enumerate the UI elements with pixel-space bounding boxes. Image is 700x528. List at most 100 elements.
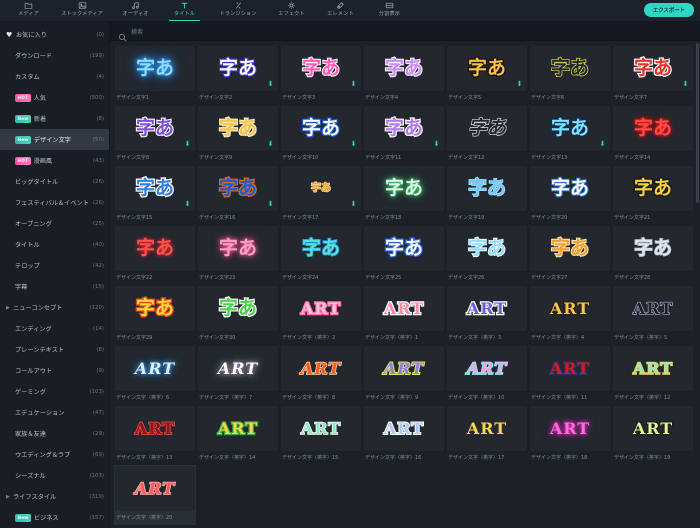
- template-cell[interactable]: 字あ デザイン文字30: [197, 285, 279, 345]
- tab-stock-media[interactable]: ストックメディア: [53, 0, 111, 21]
- template-cell[interactable]: 字あ デザイン文字18: [363, 165, 445, 225]
- vertical-scrollbar[interactable]: [696, 43, 699, 203]
- template-thumbnail[interactable]: ART: [281, 286, 361, 331]
- template-thumbnail[interactable]: 字あ ⬇: [281, 166, 361, 211]
- search-bar[interactable]: 検索: [110, 22, 700, 42]
- template-thumbnail[interactable]: 字あ: [447, 106, 527, 151]
- template-cell[interactable]: 字あ デザイン文字23: [197, 225, 279, 285]
- template-thumbnail[interactable]: ART: [613, 346, 693, 391]
- template-cell[interactable]: 字あ ⬇ デザイン文字7: [612, 45, 694, 105]
- template-thumbnail[interactable]: 字あ ⬇: [613, 46, 693, 91]
- template-thumbnail[interactable]: ART: [613, 406, 693, 451]
- template-cell[interactable]: 字あ デザイン文字12: [446, 105, 528, 165]
- sidebar-item-18[interactable]: エデュケーション (47): [0, 402, 109, 423]
- template-cell[interactable]: ART デザイン文字（英字）15: [280, 405, 362, 465]
- template-thumbnail[interactable]: 字あ: [613, 106, 693, 151]
- tab-transition[interactable]: トランジション: [209, 0, 267, 21]
- sidebar-item-8[interactable]: フェスティバル＆イベント (26): [0, 192, 109, 213]
- sidebar-item-14[interactable]: エンディング (14): [0, 318, 109, 339]
- template-thumbnail[interactable]: 字あ: [198, 286, 278, 331]
- template-thumbnail[interactable]: ART: [364, 406, 444, 451]
- sidebar-item-4[interactable]: New 新着 (8): [0, 108, 109, 129]
- sidebar-item-3[interactable]: HOT 人気 (500): [0, 87, 109, 108]
- template-cell[interactable]: 字あ ⬇ デザイン文字5: [446, 45, 528, 105]
- template-cell[interactable]: 字あ デザイン文字29: [114, 285, 196, 345]
- sidebar-item-7[interactable]: ビッグタイトル (26): [0, 171, 109, 192]
- download-icon[interactable]: ⬇: [350, 80, 357, 88]
- template-cell[interactable]: 字あ デザイン文字14: [612, 105, 694, 165]
- sidebar-item-9[interactable]: オープニング (25): [0, 213, 109, 234]
- template-thumbnail[interactable]: ART: [115, 346, 195, 391]
- template-thumbnail[interactable]: 字あ ⬇: [115, 166, 195, 211]
- sidebar-item-15[interactable]: プレーンテキスト (8): [0, 339, 109, 360]
- template-thumbnail[interactable]: 字あ ⬇: [198, 166, 278, 211]
- template-thumbnail[interactable]: 字あ: [613, 166, 693, 211]
- template-thumbnail[interactable]: 字あ: [613, 226, 693, 271]
- template-cell[interactable]: ART デザイン文字（英字）18: [529, 405, 611, 465]
- template-thumbnail[interactable]: 字あ ⬇: [281, 46, 361, 91]
- template-cell[interactable]: 字あ ⬇ デザイン文字3: [280, 45, 362, 105]
- template-cell[interactable]: ART デザイン文字（英字）9: [363, 345, 445, 405]
- sidebar-item-21[interactable]: シーズナル (103): [0, 465, 109, 486]
- download-icon[interactable]: ⬇: [267, 200, 274, 208]
- sidebar-item-19[interactable]: 家族＆友達 (29): [0, 423, 109, 444]
- template-thumbnail[interactable]: 字あ: [281, 226, 361, 271]
- template-cell[interactable]: 字あ ⬇ デザイン文字16: [197, 165, 279, 225]
- template-cell[interactable]: ART デザイン文字（英字）5: [612, 285, 694, 345]
- template-cell[interactable]: 字あ ⬇ デザイン文字8: [114, 105, 196, 165]
- tab-element[interactable]: エレメント: [316, 0, 365, 21]
- template-thumbnail[interactable]: 字あ ⬇: [530, 106, 610, 151]
- template-cell[interactable]: 字あ デザイン文字26: [446, 225, 528, 285]
- template-cell[interactable]: 字あ ⬇ デザイン文字11: [363, 105, 445, 165]
- template-cell[interactable]: ART デザイン文字（英字）10: [446, 345, 528, 405]
- template-thumbnail[interactable]: 字あ: [447, 226, 527, 271]
- tab-audio[interactable]: オーディオ: [111, 0, 160, 21]
- template-thumbnail[interactable]: ART: [530, 346, 610, 391]
- template-cell[interactable]: 字あ ⬇ デザイン文字15: [114, 165, 196, 225]
- template-cell[interactable]: 字あ デザイン文字1: [114, 45, 196, 105]
- template-cell[interactable]: 字あ デザイン文字27: [529, 225, 611, 285]
- download-icon[interactable]: ⬇: [682, 80, 689, 88]
- template-cell[interactable]: 字あ デザイン文字22: [114, 225, 196, 285]
- template-thumbnail[interactable]: 字あ ⬇: [281, 106, 361, 151]
- sidebar-item-2[interactable]: カスタム (4): [0, 66, 109, 87]
- category-sidebar[interactable]: ♥ お気に入り (0) ダウンロード (199) カスタム (4) HOT 人気 (500) New…: [0, 22, 110, 528]
- template-thumbnail[interactable]: ART: [530, 406, 610, 451]
- sidebar-item-17[interactable]: ゲーミング (103): [0, 381, 109, 402]
- template-thumbnail[interactable]: 字あ: [115, 46, 195, 91]
- template-thumbnail[interactable]: ART: [613, 286, 693, 331]
- sidebar-item-11[interactable]: テロップ (42): [0, 255, 109, 276]
- download-icon[interactable]: ⬇: [350, 140, 357, 148]
- template-thumbnail[interactable]: 字あ ⬇: [198, 106, 278, 151]
- template-cell[interactable]: 字あ デザイン文字4: [363, 45, 445, 105]
- template-thumbnail[interactable]: 字あ ⬇: [198, 46, 278, 91]
- download-icon[interactable]: ⬇: [350, 200, 357, 208]
- template-cell[interactable]: 字あ ⬇ デザイン文字17: [280, 165, 362, 225]
- sidebar-item-0[interactable]: ♥ お気に入り (0): [0, 24, 109, 45]
- template-cell[interactable]: ART デザイン文字（英字）19: [612, 405, 694, 465]
- template-thumbnail[interactable]: 字あ: [530, 226, 610, 271]
- template-thumbnail[interactable]: 字あ: [115, 286, 195, 331]
- sidebar-item-20[interactable]: ウエディング＆ラブ (69): [0, 444, 109, 465]
- sidebar-item-6[interactable]: HOT 漫画風 (43): [0, 150, 109, 171]
- search-input[interactable]: 検索: [131, 27, 143, 36]
- tab-title[interactable]: タイトル: [160, 0, 209, 21]
- template-thumbnail[interactable]: 字あ: [115, 226, 195, 271]
- template-cell[interactable]: ART デザイン文字（英字）20: [114, 465, 196, 525]
- export-button[interactable]: エクスポート: [643, 3, 694, 17]
- tab-effect[interactable]: エフェクト: [267, 0, 316, 21]
- template-thumbnail[interactable]: ART: [281, 406, 361, 451]
- template-cell[interactable]: ART デザイン文字（英字）17: [446, 405, 528, 465]
- template-cell[interactable]: 字あ デザイン文字19: [446, 165, 528, 225]
- template-cell[interactable]: 字あ デザイン文字24: [280, 225, 362, 285]
- template-cell[interactable]: 字あ デザイン文字6: [529, 45, 611, 105]
- sidebar-item-1[interactable]: ダウンロード (199): [0, 45, 109, 66]
- template-cell[interactable]: ART デザイン文字（英字）6: [114, 345, 196, 405]
- sidebar-item-10[interactable]: タイトル (40): [0, 234, 109, 255]
- sidebar-item-16[interactable]: コールアウト (9): [0, 360, 109, 381]
- template-cell[interactable]: ART デザイン文字（英字）12: [612, 345, 694, 405]
- sidebar-item-23[interactable]: New ビジネス (157): [0, 507, 109, 528]
- chevron-right-icon[interactable]: ▶: [6, 494, 13, 500]
- template-thumbnail[interactable]: ART: [198, 406, 278, 451]
- template-cell[interactable]: 字あ ⬇ デザイン文字2: [197, 45, 279, 105]
